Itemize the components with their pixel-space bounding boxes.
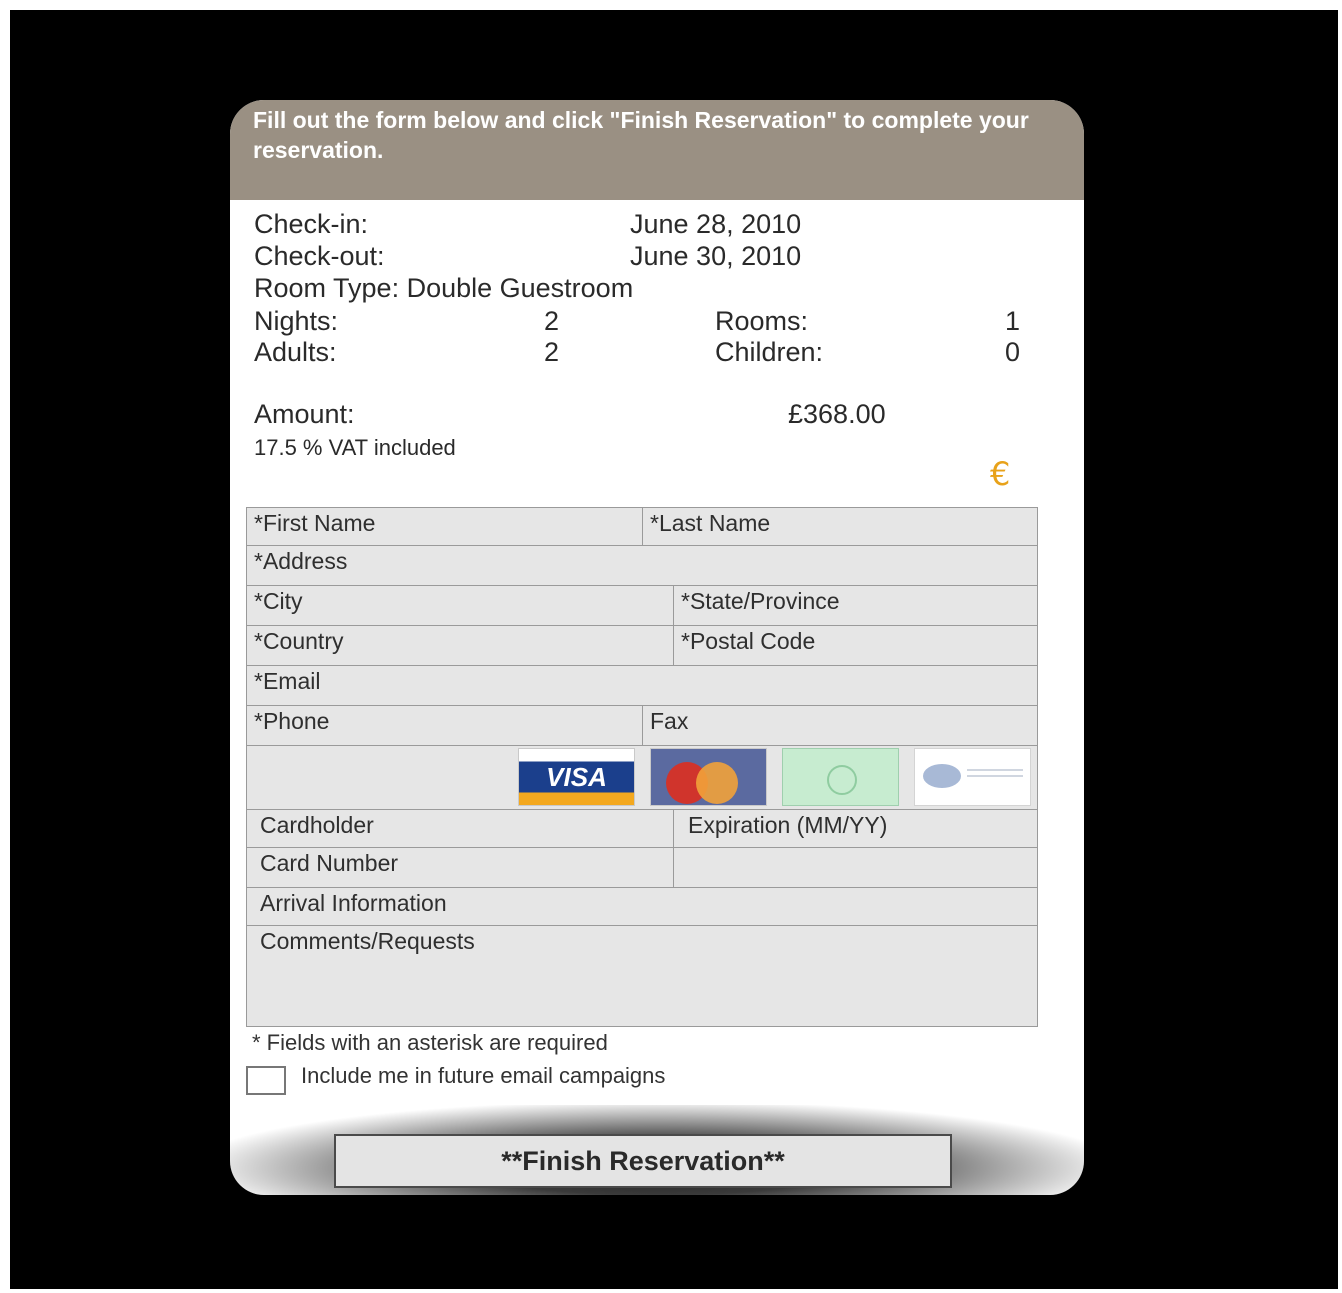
panel-header: Fill out the form below and click "Finis… — [230, 100, 1084, 200]
visa-logo-text: VISA — [546, 762, 607, 792]
finish-reservation-button[interactable]: **Finish Reservation** — [334, 1134, 952, 1188]
visa-logo[interactable]: VISA — [518, 748, 635, 806]
fax-field[interactable]: Fax — [642, 706, 1037, 745]
address-row: *Address — [247, 546, 1037, 586]
comments-row: Comments/Requests — [247, 926, 1037, 1026]
last-name-field[interactable]: *Last Name — [642, 508, 1037, 545]
card-number-field[interactable]: Card Number — [253, 848, 673, 887]
country-row: *Country *Postal Code — [247, 626, 1037, 666]
comments-field[interactable]: Comments/Requests — [253, 926, 1037, 1026]
first-name-field[interactable]: *First Name — [247, 508, 642, 545]
card-number-extra-cell[interactable] — [673, 848, 1037, 887]
nights-value: 2 — [544, 306, 560, 336]
postal-code-field[interactable]: *Postal Code — [673, 626, 1037, 665]
guest-details-form: *First Name *Last Name *Address *City *S… — [246, 507, 1038, 1027]
room-type: Room Type: Double Guestroom — [254, 273, 634, 303]
card-logo-3[interactable] — [782, 748, 899, 806]
card-number-row: Card Number — [247, 848, 1037, 888]
city-row: *City *State/Province — [247, 586, 1037, 626]
card-logo-4[interactable] — [914, 748, 1031, 806]
email-campaign-checkbox[interactable] — [246, 1066, 286, 1095]
state-field[interactable]: *State/Province — [673, 586, 1037, 625]
instruction-text: Fill out the form below and click "Finis… — [253, 107, 1029, 163]
checkout-label: Check-out: — [254, 241, 385, 271]
mastercard-logo[interactable] — [650, 748, 767, 806]
nights-label: Nights: — [254, 306, 339, 336]
adults-value: 2 — [544, 337, 560, 367]
name-row: *First Name *Last Name — [247, 508, 1037, 546]
card-logo-3-emblem — [827, 765, 857, 795]
adults-label: Adults: — [254, 337, 337, 367]
amount-value: £368.00 — [788, 399, 886, 429]
amount-label: Amount: — [254, 399, 355, 429]
checkout-value: June 30, 2010 — [630, 241, 802, 271]
card-logo-4-text-lines — [967, 769, 1023, 771]
arrival-information-field[interactable]: Arrival Information — [253, 888, 1037, 925]
city-field[interactable]: *City — [247, 586, 673, 625]
children-value: 0 — [1005, 337, 1021, 367]
reservation-panel: Fill out the form below and click "Finis… — [230, 100, 1084, 1195]
cardholder-field[interactable]: Cardholder — [253, 810, 673, 847]
card-logo-4-emblem — [923, 764, 961, 788]
phone-row: *Phone Fax — [247, 706, 1037, 746]
expiration-field[interactable]: Expiration (MM/YY) — [673, 810, 1037, 847]
checkin-value: June 28, 2010 — [630, 209, 802, 239]
email-row: *Email — [247, 666, 1037, 706]
email-field[interactable]: *Email — [247, 666, 1037, 705]
phone-field[interactable]: *Phone — [247, 706, 642, 745]
country-field[interactable]: *Country — [247, 626, 673, 665]
vat-note: 17.5 % VAT included — [254, 435, 456, 460]
card-type-row: VISA — [247, 746, 1037, 810]
mastercard-circle-orange — [696, 762, 738, 804]
email-campaign-label: Include me in future email campaigns — [301, 1063, 666, 1088]
required-fields-note: * Fields with an asterisk are required — [252, 1030, 608, 1055]
arrival-row: Arrival Information — [247, 888, 1037, 926]
euro-icon[interactable]: € — [990, 455, 1010, 493]
address-field[interactable]: *Address — [247, 546, 1037, 585]
rooms-label: Rooms: — [715, 306, 809, 336]
cardholder-row: Cardholder Expiration (MM/YY) — [247, 810, 1037, 848]
checkin-label: Check-in: — [254, 209, 369, 239]
children-label: Children: — [715, 337, 824, 367]
rooms-value: 1 — [1005, 306, 1021, 336]
